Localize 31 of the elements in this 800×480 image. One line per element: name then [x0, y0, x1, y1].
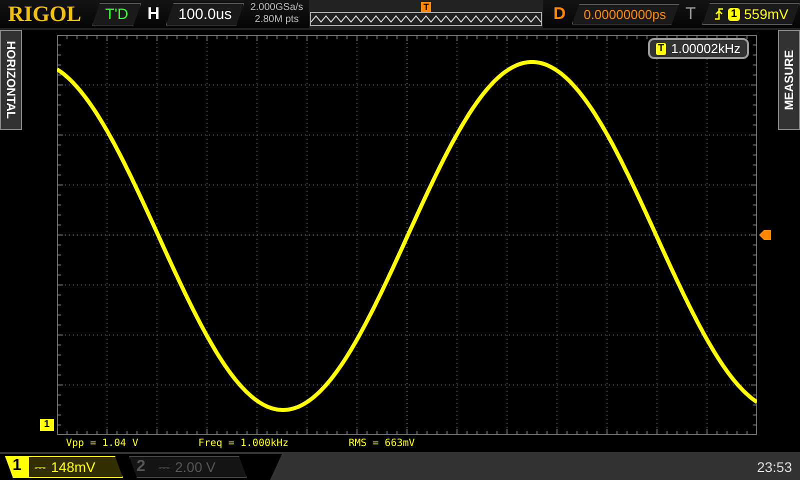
timebase-label: H — [147, 4, 160, 24]
volts-per-division: 2.00 V — [175, 459, 216, 475]
coupling-symbol: ⎓ — [158, 458, 170, 476]
trigger-label: T — [686, 4, 696, 24]
rising-edge-icon — [714, 8, 724, 20]
clock-time: 23:53 — [756, 459, 792, 475]
measure-tab[interactable]: MEASURE — [778, 30, 800, 130]
measurement-readout: Vpp = 1.04 V — [66, 438, 138, 449]
trigger-position-marker: T — [421, 2, 431, 12]
trigger-source-badge: 1 — [728, 8, 740, 20]
channel-scale-box[interactable]: 1 ⎓ 148mV — [5, 456, 123, 478]
channel-offset-marker: 1 — [40, 419, 54, 431]
counter-badge: T — [656, 42, 666, 54]
delay-label: D — [553, 4, 566, 24]
trigger-level: 559mV — [744, 6, 788, 22]
brand-logo: RIGOL — [8, 1, 82, 27]
run-status[interactable]: T'D — [92, 2, 142, 26]
delay-value[interactable]: 0.00000000ps — [572, 4, 680, 24]
volts-per-division: 148mV — [51, 459, 96, 475]
measurement-readout: RMS = 663mV — [348, 438, 415, 449]
measurement-readout: Freq = 1.000kHz — [198, 438, 289, 449]
coupling-symbol: ⎓ — [34, 458, 46, 476]
horizontal-tab[interactable]: HORIZONTAL — [0, 30, 22, 130]
memory-depth: 2.80M pts — [254, 14, 299, 26]
channel-number: 1 — [5, 456, 29, 478]
trigger-setting[interactable]: 1 559mV — [702, 3, 800, 25]
channel-number: 2 — [136, 458, 146, 476]
sample-rate: 2.000GSa/s — [250, 2, 304, 14]
timebase-value[interactable]: 100.0us — [166, 2, 244, 26]
trigger-level-marker-icon — [759, 230, 771, 240]
frequency-value: 1.00002kHz — [671, 41, 740, 56]
